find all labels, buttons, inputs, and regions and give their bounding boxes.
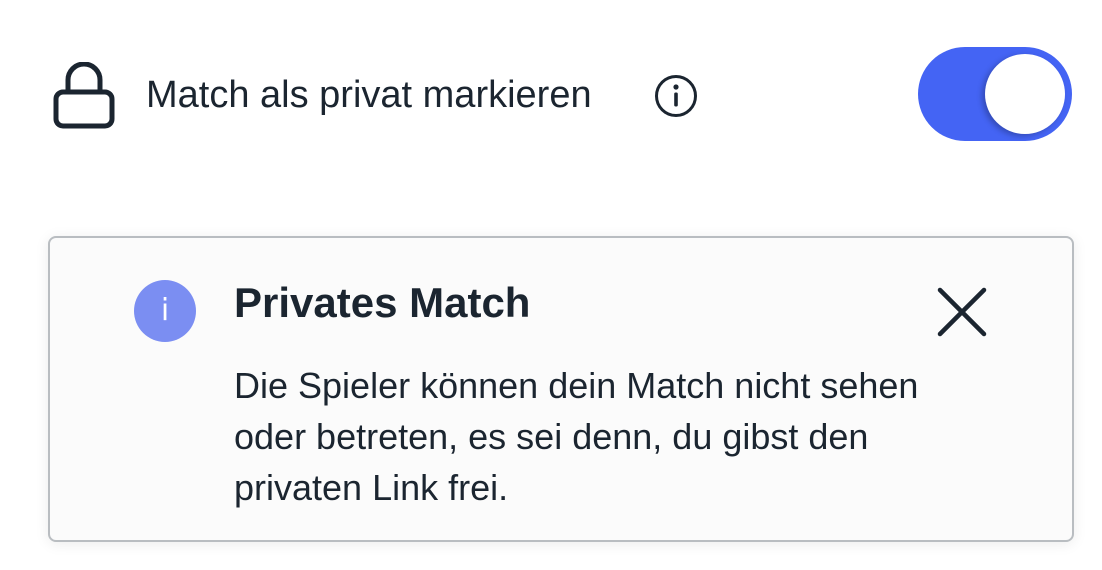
info-outline-icon[interactable] [654,74,698,118]
close-button[interactable] [930,280,994,344]
private-match-info-card: i Privates Match Die Spieler können dein… [48,236,1074,542]
page: Match als privat markieren i Privates Ma… [0,0,1102,570]
info-icon: i [134,280,196,342]
private-match-toggle[interactable] [918,47,1072,141]
card-title: Privates Match [234,279,531,326]
close-icon [937,287,987,337]
private-match-setting-row: Match als privat markieren [0,0,1102,190]
private-match-label: Match als privat markieren [146,74,592,116]
toggle-knob [985,54,1065,134]
card-description: Die Spieler können dein Match nicht sehe… [234,365,919,508]
lock-icon [52,61,116,130]
